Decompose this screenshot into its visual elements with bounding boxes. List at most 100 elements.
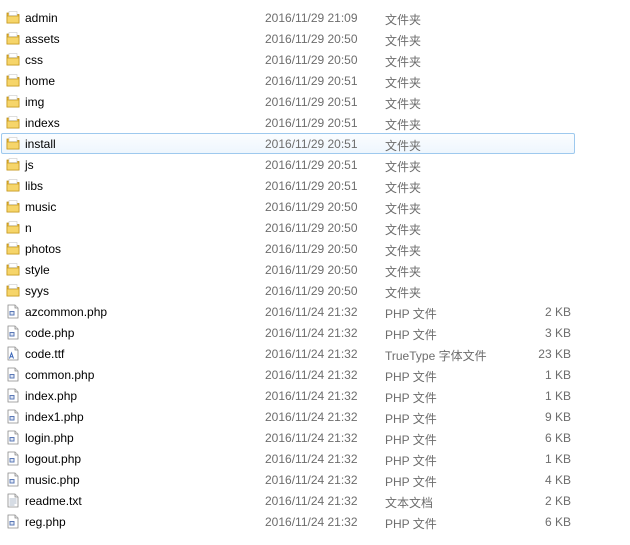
php-file-icon <box>6 388 20 403</box>
file-type: 文件夹 <box>385 55 422 69</box>
file-row-9[interactable]: music 2016/11/29 20:50 文件夹 <box>0 196 630 217</box>
file-modified-date: 2016/11/24 21:32 <box>265 431 358 445</box>
file-row-5[interactable]: indexs 2016/11/29 20:51 文件夹 <box>0 112 630 133</box>
file-row-24[interactable]: reg.php 2016/11/24 21:32 PHP 文件 6 KB <box>0 511 630 532</box>
file-type: 文件夹 <box>385 76 422 90</box>
file-name: home <box>25 74 56 88</box>
file-row-17[interactable]: common.php 2016/11/24 21:32 PHP 文件 1 KB <box>0 364 630 385</box>
folder-icon <box>6 52 20 67</box>
file-modified-date: 2016/11/29 20:50 <box>265 32 358 46</box>
file-row-23[interactable]: readme.txt 2016/11/24 21:32 文本文档 2 KB <box>0 490 630 511</box>
file-name: css <box>25 53 43 67</box>
folder-icon <box>6 199 20 214</box>
file-size: 1 KB <box>544 389 571 403</box>
file-row-6[interactable]: install 2016/11/29 20:51 文件夹 <box>0 133 630 154</box>
folder-icon <box>6 73 20 88</box>
file-name: reg.php <box>25 515 66 529</box>
file-row-13[interactable]: syys 2016/11/29 20:50 文件夹 <box>0 280 630 301</box>
file-modified-date: 2016/11/29 20:51 <box>265 179 358 193</box>
file-name: code.php <box>25 326 75 340</box>
file-type: PHP 文件 <box>385 517 437 531</box>
file-type: PHP 文件 <box>385 391 437 405</box>
file-modified-date: 2016/11/29 20:50 <box>265 242 358 256</box>
file-modified-date: 2016/11/29 20:51 <box>265 95 358 109</box>
folder-icon <box>6 220 20 235</box>
folder-icon <box>6 157 20 172</box>
file-modified-date: 2016/11/24 21:32 <box>265 347 358 361</box>
file-name: indexs <box>25 116 60 130</box>
php-file-icon <box>6 367 20 382</box>
file-name: js <box>25 158 34 172</box>
file-name: photos <box>25 242 62 256</box>
file-modified-date: 2016/11/29 20:51 <box>265 74 358 88</box>
file-type: 文件夹 <box>385 181 422 195</box>
file-row-19[interactable]: index1.php 2016/11/24 21:32 PHP 文件 9 KB <box>0 406 630 427</box>
folder-icon <box>6 136 20 151</box>
file-type: 文件夹 <box>385 13 422 27</box>
file-type: PHP 文件 <box>385 475 437 489</box>
folder-icon <box>6 241 20 256</box>
file-type: 文件夹 <box>385 160 422 174</box>
file-name: index1.php <box>25 410 84 424</box>
file-row-8[interactable]: libs 2016/11/29 20:51 文件夹 <box>0 175 630 196</box>
file-size: 6 KB <box>544 515 571 529</box>
file-type: PHP 文件 <box>385 370 437 384</box>
file-name: install <box>25 137 56 151</box>
file-type: 文件夹 <box>385 223 422 237</box>
file-row-14[interactable]: azcommon.php 2016/11/24 21:32 PHP 文件 2 K… <box>0 301 630 322</box>
folder-icon <box>6 10 20 25</box>
file-name: music <box>25 200 57 214</box>
file-type: PHP 文件 <box>385 412 437 426</box>
file-modified-date: 2016/11/24 21:32 <box>265 494 358 508</box>
file-row-0[interactable]: admin 2016/11/29 21:09 文件夹 <box>0 7 630 28</box>
file-row-11[interactable]: photos 2016/11/29 20:50 文件夹 <box>0 238 630 259</box>
file-modified-date: 2016/11/29 20:51 <box>265 158 358 172</box>
file-type: TrueType 字体文件 <box>385 349 487 363</box>
file-list: admin 2016/11/29 21:09 文件夹 assets 2016/1… <box>0 7 630 532</box>
file-row-15[interactable]: code.php 2016/11/24 21:32 PHP 文件 3 KB <box>0 322 630 343</box>
file-name: syys <box>25 284 49 298</box>
file-row-21[interactable]: logout.php 2016/11/24 21:32 PHP 文件 1 KB <box>0 448 630 469</box>
file-modified-date: 2016/11/29 20:50 <box>265 263 358 277</box>
file-row-10[interactable]: n 2016/11/29 20:50 文件夹 <box>0 217 630 238</box>
php-file-icon <box>6 304 20 319</box>
file-row-12[interactable]: style 2016/11/29 20:50 文件夹 <box>0 259 630 280</box>
file-type: 文件夹 <box>385 97 422 111</box>
file-size: 6 KB <box>544 431 571 445</box>
file-name: login.php <box>25 431 74 445</box>
file-row-1[interactable]: assets 2016/11/29 20:50 文件夹 <box>0 28 630 49</box>
php-file-icon <box>6 514 20 529</box>
file-name: readme.txt <box>25 494 82 508</box>
php-file-icon <box>6 325 20 340</box>
file-type: 文件夹 <box>385 118 422 132</box>
file-row-2[interactable]: css 2016/11/29 20:50 文件夹 <box>0 49 630 70</box>
file-type: 文件夹 <box>385 265 422 279</box>
file-type: 文件夹 <box>385 139 422 153</box>
php-file-icon <box>6 472 20 487</box>
file-type: PHP 文件 <box>385 307 437 321</box>
file-name: common.php <box>25 368 95 382</box>
file-row-3[interactable]: home 2016/11/29 20:51 文件夹 <box>0 70 630 91</box>
php-file-icon <box>6 451 20 466</box>
file-row-22[interactable]: music.php 2016/11/24 21:32 PHP 文件 4 KB <box>0 469 630 490</box>
file-name: libs <box>25 179 44 193</box>
file-modified-date: 2016/11/24 21:32 <box>265 326 358 340</box>
folder-icon <box>6 178 20 193</box>
file-type: 文件夹 <box>385 286 422 300</box>
file-type: 文件夹 <box>385 202 422 216</box>
file-row-16[interactable]: code.ttf 2016/11/24 21:32 TrueType 字体文件 … <box>0 343 630 364</box>
file-name: logout.php <box>25 452 82 466</box>
file-row-4[interactable]: img 2016/11/29 20:51 文件夹 <box>0 91 630 112</box>
file-modified-date: 2016/11/29 20:50 <box>265 53 358 67</box>
file-row-18[interactable]: index.php 2016/11/24 21:32 PHP 文件 1 KB <box>0 385 630 406</box>
file-name: code.ttf <box>25 347 65 361</box>
file-row-7[interactable]: js 2016/11/29 20:51 文件夹 <box>0 154 630 175</box>
file-row-20[interactable]: login.php 2016/11/24 21:32 PHP 文件 6 KB <box>0 427 630 448</box>
file-type: 文件夹 <box>385 34 422 48</box>
file-type: PHP 文件 <box>385 454 437 468</box>
file-size: 1 KB <box>544 368 571 382</box>
file-name: img <box>25 95 45 109</box>
file-modified-date: 2016/11/29 20:51 <box>265 137 358 151</box>
file-size: 4 KB <box>544 473 571 487</box>
file-size: 1 KB <box>544 452 571 466</box>
